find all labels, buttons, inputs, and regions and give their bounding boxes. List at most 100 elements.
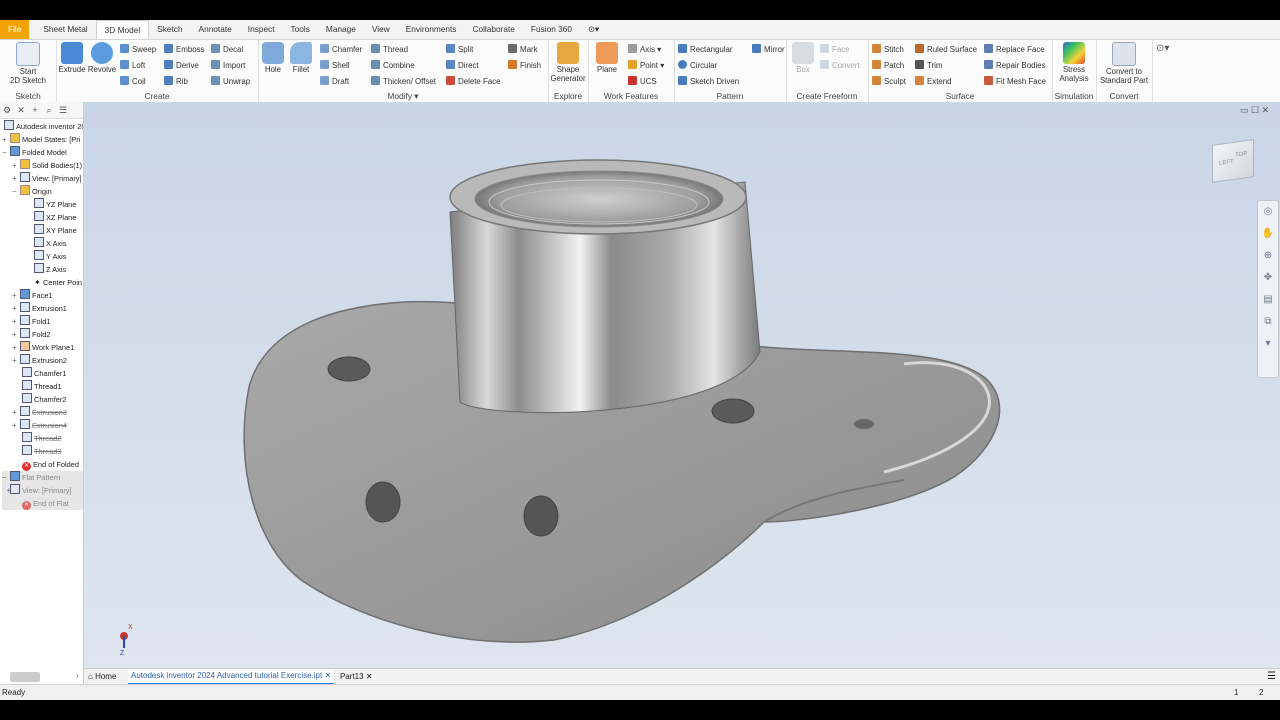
derive-button[interactable]: Derive <box>164 59 199 72</box>
chamfer-button[interactable]: Chamfer <box>320 43 362 56</box>
tree-thread1[interactable]: Thread1 <box>22 380 62 393</box>
ucs-button[interactable]: UCS <box>628 75 657 88</box>
tab-part13[interactable]: Part13 ✕ <box>340 669 373 685</box>
zoom-all-icon[interactable]: ⧉ <box>1258 311 1278 333</box>
tree-view-primary[interactable]: + View: [Primary] <box>12 172 82 185</box>
tab-annotate[interactable]: Annotate <box>191 20 240 39</box>
mark-button[interactable]: Mark <box>508 43 538 56</box>
tab-tools[interactable]: Tools <box>283 20 318 39</box>
plane-button[interactable]: Plane <box>592 42 622 74</box>
axis-button[interactable]: Axis ▾ <box>628 43 661 56</box>
tree-extrusion1[interactable]: + Extrusion1 <box>12 302 67 315</box>
sketch-driven-pattern-button[interactable]: Sketch Driven <box>678 75 739 88</box>
tree-end-of-flat[interactable]: ✕ End of Flat <box>2 497 83 510</box>
tree-xy-plane[interactable]: XY Plane <box>34 224 77 237</box>
tree-solid-bodies[interactable]: + Solid Bodies(1) <box>12 159 82 172</box>
fillet-button[interactable]: Fillet <box>288 42 314 74</box>
tree-fold1[interactable]: + Fold1 <box>12 315 51 328</box>
thicken-offset-button[interactable]: Thicken/ Offset <box>371 75 436 88</box>
ribbon-options-icon[interactable]: ⊙▾ <box>580 20 607 39</box>
fit-mesh-face-button[interactable]: Fit Mesh Face <box>984 75 1046 88</box>
steering-wheel-icon[interactable]: ◎ <box>1258 201 1278 223</box>
repair-bodies-button[interactable]: Repair Bodies <box>984 59 1046 72</box>
tab-environments[interactable]: Environments <box>398 20 465 39</box>
mirror-button[interactable]: Mirror <box>752 43 785 56</box>
orbit-icon[interactable]: ✥ <box>1258 267 1278 289</box>
thread-button[interactable]: Thread <box>371 43 408 56</box>
tab-sheet-metal[interactable]: Sheet Metal <box>35 20 95 39</box>
navbar-menu-icon[interactable]: ▾ <box>1258 333 1278 355</box>
tree-chamfer2[interactable]: Chamfer2 <box>22 393 66 406</box>
loft-button[interactable]: Loft <box>120 59 145 72</box>
tree-extrusion3[interactable]: + Extrusion3 <box>12 406 67 419</box>
tree-thread3[interactable]: Thread3 <box>22 445 62 458</box>
extend-button[interactable]: Extend <box>915 75 952 88</box>
tree-extrusion2[interactable]: + Extrusion2 <box>12 354 67 367</box>
tree-flat-view[interactable]: + View: [Primary] <box>2 484 83 497</box>
tree-fold2[interactable]: + Fold2 <box>12 328 51 341</box>
browser-scrollbar[interactable] <box>10 672 40 682</box>
tree-yz-plane[interactable]: YZ Plane <box>34 198 76 211</box>
tab-view[interactable]: View <box>364 20 398 39</box>
tab-doc-active[interactable]: Autodesk inventor 2024 Advanced tutorial… <box>128 669 335 685</box>
tab-manage[interactable]: Manage <box>318 20 364 39</box>
browser-add-icon[interactable]: + <box>28 102 42 118</box>
tree-chamfer1[interactable]: Chamfer1 <box>22 367 66 380</box>
tab-sketch[interactable]: Sketch <box>149 20 190 39</box>
tree-origin[interactable]: − Origin <box>12 185 52 198</box>
tab-file[interactable]: File <box>0 20 30 39</box>
convert-button[interactable]: Convert <box>820 59 860 72</box>
extrude-button[interactable]: Extrude <box>58 42 86 74</box>
browser-search-icon[interactable]: ⌕ <box>42 102 56 118</box>
tree-model-states[interactable]: + Model States: [Pri <box>2 133 80 146</box>
view-cube[interactable]: LEFT TOP <box>1212 139 1254 183</box>
tree-folded-model[interactable]: − Folded Model <box>2 146 67 159</box>
revolve-button[interactable]: Revolve <box>87 42 117 74</box>
ribbon-help-icon[interactable]: ⊙▾ <box>1156 43 1169 54</box>
delete-face-button[interactable]: Delete Face <box>446 75 501 88</box>
split-button[interactable]: Split <box>446 43 473 56</box>
direct-button[interactable]: Direct <box>446 59 479 72</box>
tree-thread2[interactable]: Thread2 <box>22 432 62 445</box>
convert-to-standard-part-button[interactable]: Convert to Standard Part <box>1098 42 1150 85</box>
rectangular-pattern-button[interactable]: Rectangular <box>678 43 733 56</box>
circular-pattern-button[interactable]: Circular <box>678 59 717 72</box>
browser-settings-icon[interactable]: ⚙ <box>0 102 14 118</box>
scroll-right-icon[interactable]: › <box>76 671 79 680</box>
tree-center-point[interactable]: ✦ Center Poin <box>34 276 82 289</box>
zoom-icon[interactable]: ⊕ <box>1258 245 1278 267</box>
replace-face-button[interactable]: Replace Face <box>984 43 1045 56</box>
sweep-button[interactable]: Sweep <box>120 43 156 56</box>
rib-button[interactable]: Rib <box>164 75 188 88</box>
combine-button[interactable]: Combine <box>371 59 415 72</box>
stitch-button[interactable]: Stitch <box>872 43 904 56</box>
box-button[interactable]: Box <box>790 42 816 74</box>
tree-root[interactable]: Autodesk inventor 20 <box>4 120 83 133</box>
tree-z-axis[interactable]: Z Axis <box>34 263 66 276</box>
tree-y-axis[interactable]: Y Axis <box>34 250 66 263</box>
patch-button[interactable]: Patch <box>872 59 904 72</box>
pan-icon[interactable]: ✋ <box>1258 223 1278 245</box>
shape-generator-button[interactable]: Shape Generator <box>550 42 586 83</box>
unwrap-button[interactable]: Unwrap <box>211 75 250 88</box>
face-button[interactable]: Face <box>820 43 850 56</box>
hole-button[interactable]: Hole <box>260 42 286 74</box>
tree-face1[interactable]: + Face1 <box>12 289 53 302</box>
import-button[interactable]: Import <box>211 59 245 72</box>
stress-analysis-button[interactable]: Stress Analysis <box>1054 42 1094 83</box>
modify-panel-label[interactable]: Modify ▾ <box>258 91 548 101</box>
start-2d-sketch-button[interactable]: Start 2D Sketch <box>6 42 50 85</box>
ruled-surface-button[interactable]: Ruled Surface <box>915 43 977 56</box>
tab-3d-model[interactable]: 3D Model <box>95 20 150 39</box>
viewport-window-controls[interactable]: ▭ ☐ ✕ <box>1240 105 1269 116</box>
tree-work-plane1[interactable]: + Work Plane1 <box>12 341 74 354</box>
tab-fusion-360[interactable]: Fusion 360 <box>523 20 580 39</box>
shell-button[interactable]: Shell <box>320 59 350 72</box>
coil-button[interactable]: Coil <box>120 75 146 88</box>
browser-close-icon[interactable]: ✕ <box>14 102 28 118</box>
tree-end-of-folded[interactable]: ✕ End of Folded <box>22 458 79 471</box>
sculpt-button[interactable]: Sculpt <box>872 75 906 88</box>
close-tab-icon[interactable]: ✕ <box>366 672 373 681</box>
point-button[interactable]: Point ▾ <box>628 59 664 72</box>
tree-x-axis[interactable]: X Axis <box>34 237 67 250</box>
